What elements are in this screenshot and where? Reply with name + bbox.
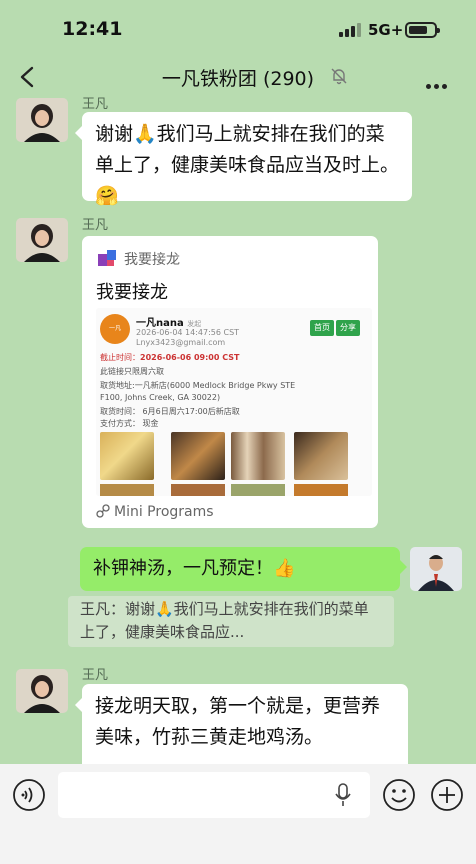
my-avatar[interactable] xyxy=(410,547,462,591)
input-bar xyxy=(0,764,476,864)
sender-name: 王凡 xyxy=(82,97,109,112)
card-preview[interactable]: 一凡 一凡nana 发起 2026-06-04 14:47:56 CST Lny… xyxy=(96,308,372,496)
preview-line: F100, Johns Creek, GA 30022) xyxy=(100,393,221,402)
card-header: 我要接龙 xyxy=(96,248,180,270)
avatar[interactable] xyxy=(16,98,68,142)
mute-bell-icon xyxy=(331,68,347,85)
preview-deadline: 截止时间：2026-06-06 09:00 CST xyxy=(100,353,240,362)
preview-name: 一凡nana 发起 xyxy=(136,318,202,329)
my-message-bubble[interactable]: 补钾神汤，一凡预定！👍 xyxy=(80,547,407,591)
message-input[interactable] xyxy=(58,772,370,818)
preview-line: 此链接只限周六取 xyxy=(100,367,164,376)
sender-name: 王凡 xyxy=(82,668,109,683)
food-photo xyxy=(171,432,225,480)
food-photo xyxy=(100,432,154,480)
card-title: 我要接龙 xyxy=(96,282,168,303)
message-bubble[interactable]: 接龙明天取，第一个就是，更营养美味，竹荪三黄走地鸡汤。 xyxy=(75,684,408,764)
chat-area[interactable]: 王凡 谢谢🙏我们马上就安排在我们的菜单上了，健康美味食品应当及时上。🤗 王凡 我… xyxy=(0,96,476,764)
status-bar: 12:41 5G+ xyxy=(0,0,476,58)
preview-line: 取货地址:一凡新店(6000 Medlock Bridge Pkwy STE xyxy=(100,381,296,390)
card-footer: Mini Programs xyxy=(96,504,214,520)
quoted-message[interactable]: 王凡：谢谢🙏我们马上就安排在我们的菜单上了，健康美味食品应... xyxy=(68,596,394,647)
microphone-icon[interactable] xyxy=(333,782,353,808)
chat-title: 一凡铁粉团 (290) xyxy=(161,68,315,90)
sender-name: 王凡 xyxy=(82,218,109,233)
mini-app-logo-icon xyxy=(98,250,116,266)
battery-icon xyxy=(405,22,440,38)
plus-icon[interactable] xyxy=(430,778,464,812)
mini-program-link-icon xyxy=(96,504,110,518)
mini-program-card[interactable]: 我要接龙 我要接龙 一凡 一凡nana 发起 2026-06-04 14:47:… xyxy=(82,236,378,528)
preview-line: 支付方式： 现金 xyxy=(100,419,159,428)
preview-share-button[interactable]: 分享 xyxy=(336,320,360,336)
food-photo xyxy=(231,484,285,496)
avatar[interactable] xyxy=(16,218,68,262)
voice-input-icon[interactable] xyxy=(12,778,46,812)
preview-line: 取货时间： 6月6日周六17:00后新店取 xyxy=(100,407,240,416)
food-photo xyxy=(171,484,225,496)
food-photo xyxy=(100,484,154,496)
preview-datetime: 2026-06-04 14:47:56 CST xyxy=(136,328,240,337)
status-time: 12:41 xyxy=(62,18,123,40)
food-photo xyxy=(231,432,285,480)
avatar[interactable] xyxy=(16,669,68,713)
emoji-icon[interactable] xyxy=(382,778,416,812)
preview-home-button[interactable]: 首页 xyxy=(310,320,334,336)
more-options-icon[interactable] xyxy=(426,74,450,93)
food-photo xyxy=(294,484,348,496)
message-text: 谢谢🙏我们马上就安排在我们的菜单上了，健康美味食品应当及时上。🤗 xyxy=(95,123,400,207)
message-bubble[interactable]: 谢谢🙏我们马上就安排在我们的菜单上了，健康美味食品应当及时上。🤗 xyxy=(75,112,412,207)
message-text: 补钾神汤，一凡预定！👍 xyxy=(93,558,296,579)
food-photo xyxy=(294,432,348,480)
network-label: 5G+ xyxy=(368,21,404,39)
preview-badge: 一凡 xyxy=(100,314,130,344)
message-text: 接龙明天取，第一个就是，更营养美味，竹荪三黄走地鸡汤。 xyxy=(95,695,381,748)
signal-icon xyxy=(339,23,363,37)
nav-bar: 一凡铁粉团 (290) xyxy=(0,58,476,96)
preview-email: Lnyx3423@gmail.com xyxy=(136,338,226,347)
